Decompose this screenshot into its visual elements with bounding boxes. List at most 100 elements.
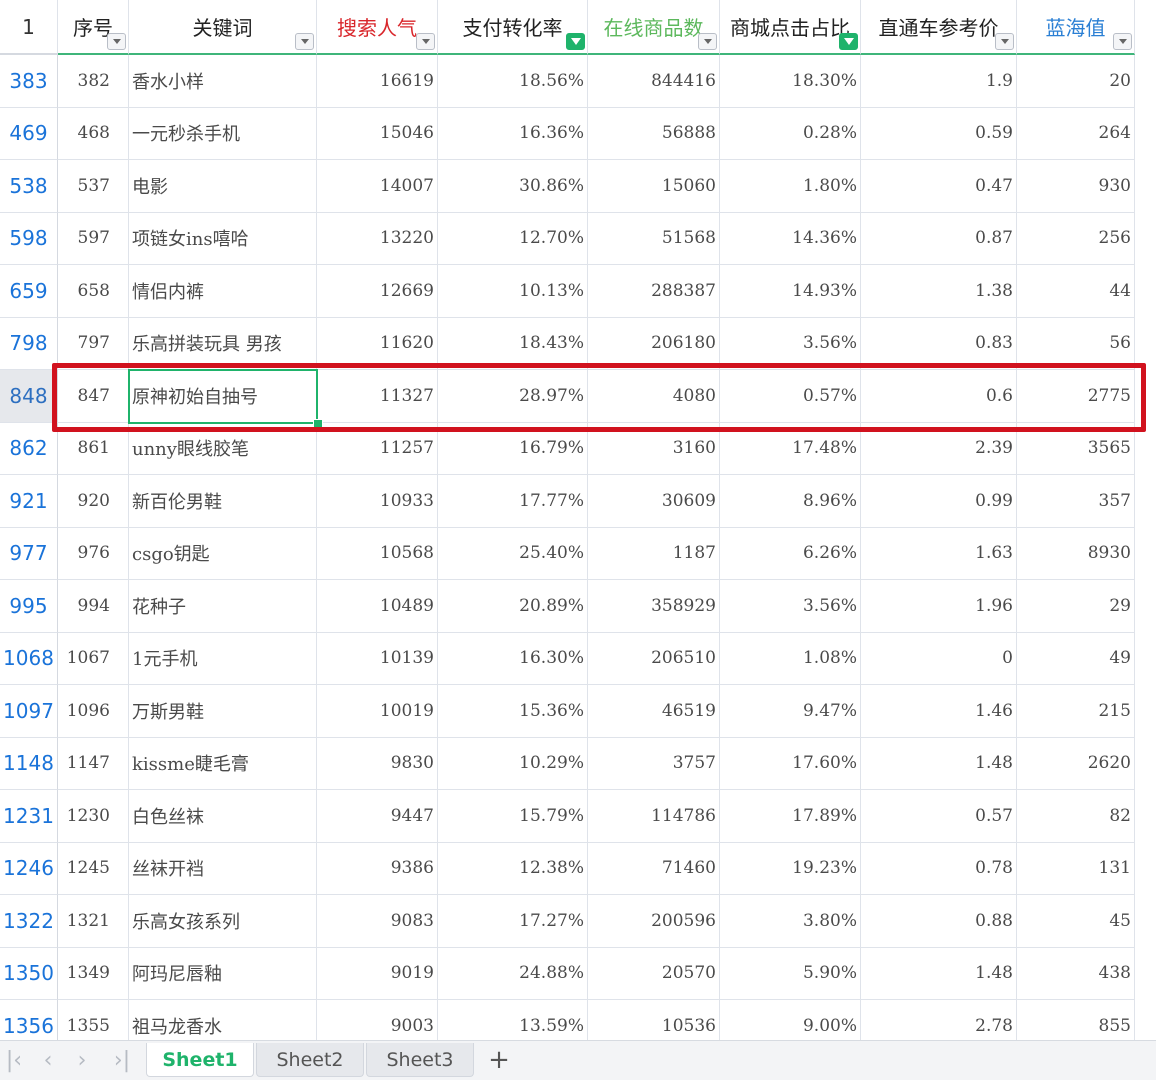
cell-blue-ocean-value[interactable]: 20 [1017,55,1135,108]
cell-search-popularity[interactable]: 9830 [317,737,438,790]
cell-online-products[interactable]: 3160 [588,422,720,475]
add-sheet-button[interactable]: + [486,1045,512,1075]
cell-ppc-reference-price[interactable]: 0.88 [861,895,1017,948]
cell-search-popularity[interactable]: 10489 [317,580,438,633]
cell-ppc-reference-price[interactable]: 1.46 [861,685,1017,738]
cell-online-products[interactable]: 15060 [588,160,720,213]
cell-keyword[interactable]: 乐高拼装玩具 男孩 [129,317,317,370]
cell-ppc-reference-price[interactable]: 1.63 [861,527,1017,580]
cell-mall-click-ratio[interactable]: 5.90% [720,947,861,1000]
cell-ppc-reference-price[interactable]: 0.47 [861,160,1017,213]
column-header-blue-ocean-value[interactable]: 蓝海值 [1017,0,1135,55]
row-number[interactable]: 1246 [0,842,58,895]
cell-blue-ocean-value[interactable]: 3565 [1017,422,1135,475]
column-header-keyword[interactable]: 关键词 [129,0,317,55]
cell-search-popularity[interactable]: 9003 [317,1000,438,1040]
cell-mall-click-ratio[interactable]: 1.80% [720,160,861,213]
cell-search-popularity[interactable]: 9019 [317,947,438,1000]
cell-blue-ocean-value[interactable]: 82 [1017,790,1135,843]
cell-mall-click-ratio[interactable]: 14.36% [720,212,861,265]
cell-keyword[interactable]: 原神初始自抽号 [129,370,317,423]
cell-blue-ocean-value[interactable]: 357 [1017,475,1135,528]
cell-online-products[interactable]: 844416 [588,55,720,108]
dropdown-arrow-icon[interactable] [295,33,314,50]
cell-search-popularity[interactable]: 10019 [317,685,438,738]
cell-index[interactable]: 1067 [58,632,129,685]
column-header-online-products[interactable]: 在线商品数 [588,0,720,55]
cell-payment-conversion[interactable]: 16.36% [438,107,588,160]
cell-search-popularity[interactable]: 11327 [317,370,438,423]
cell-ppc-reference-price[interactable]: 2.78 [861,1000,1017,1040]
column-header-ppc-reference-price[interactable]: 直通车参考价 [861,0,1017,55]
cell-keyword[interactable]: 一元秒杀手机 [129,107,317,160]
cell-payment-conversion[interactable]: 10.13% [438,265,588,318]
cell-index[interactable]: 920 [58,475,129,528]
cell-payment-conversion[interactable]: 18.56% [438,55,588,108]
cell-blue-ocean-value[interactable]: 45 [1017,895,1135,948]
prev-sheet-icon[interactable]: ‹ [36,1047,60,1073]
cell-ppc-reference-price[interactable]: 0.87 [861,212,1017,265]
cell-payment-conversion[interactable]: 15.79% [438,790,588,843]
cell-online-products[interactable]: 71460 [588,842,720,895]
cell-index[interactable]: 537 [58,160,129,213]
column-header-index[interactable]: 序号 [58,0,129,55]
cell-mall-click-ratio[interactable]: 9.00% [720,1000,861,1040]
cell-online-products[interactable]: 56888 [588,107,720,160]
cell-index[interactable]: 1230 [58,790,129,843]
dropdown-arrow-icon[interactable] [1113,33,1132,50]
row-number[interactable]: 1097 [0,685,58,738]
cell-blue-ocean-value[interactable]: 2775 [1017,370,1135,423]
cell-mall-click-ratio[interactable]: 3.56% [720,580,861,633]
cell-blue-ocean-value[interactable]: 49 [1017,632,1135,685]
cell-mall-click-ratio[interactable]: 6.26% [720,527,861,580]
cell-payment-conversion[interactable]: 15.36% [438,685,588,738]
row-number[interactable]: 921 [0,475,58,528]
cell-index[interactable]: 1147 [58,737,129,790]
cell-search-popularity[interactable]: 10139 [317,632,438,685]
cell-search-popularity[interactable]: 10568 [317,527,438,580]
cell-search-popularity[interactable]: 9447 [317,790,438,843]
cell-index[interactable]: 1321 [58,895,129,948]
row-number[interactable]: 659 [0,265,58,318]
cell-payment-conversion[interactable]: 18.43% [438,317,588,370]
cell-keyword[interactable]: 白色丝袜 [129,790,317,843]
cell-payment-conversion[interactable]: 12.70% [438,212,588,265]
cell-keyword[interactable]: 项链女ins嘻哈 [129,212,317,265]
cell-index[interactable]: 976 [58,527,129,580]
cell-ppc-reference-price[interactable]: 0.83 [861,317,1017,370]
cell-keyword[interactable]: 情侣内裤 [129,265,317,318]
cell-index[interactable]: 382 [58,55,129,108]
cell-search-popularity[interactable]: 10933 [317,475,438,528]
cell-keyword[interactable]: 阿玛尼唇釉 [129,947,317,1000]
cell-ppc-reference-price[interactable]: 1.9 [861,55,1017,108]
cell-blue-ocean-value[interactable]: 215 [1017,685,1135,738]
row-number[interactable]: 1231 [0,790,58,843]
cell-online-products[interactable]: 200596 [588,895,720,948]
cell-payment-conversion[interactable]: 24.88% [438,947,588,1000]
dropdown-arrow-icon[interactable] [995,33,1014,50]
cell-mall-click-ratio[interactable]: 9.47% [720,685,861,738]
cell-mall-click-ratio[interactable]: 17.48% [720,422,861,475]
cell-keyword[interactable]: kissme睫毛膏 [129,737,317,790]
cell-payment-conversion[interactable]: 12.38% [438,842,588,895]
cell-search-popularity[interactable]: 13220 [317,212,438,265]
tab-sheet3[interactable]: Sheet3 [366,1043,474,1077]
cell-online-products[interactable]: 46519 [588,685,720,738]
fill-handle[interactable] [313,418,323,429]
cell-ppc-reference-price[interactable]: 1.96 [861,580,1017,633]
cell-blue-ocean-value[interactable]: 29 [1017,580,1135,633]
cell-index[interactable]: 468 [58,107,129,160]
cell-payment-conversion[interactable]: 30.86% [438,160,588,213]
cell-payment-conversion[interactable]: 28.97% [438,370,588,423]
cell-blue-ocean-value[interactable]: 2620 [1017,737,1135,790]
column-header-mall-click-ratio[interactable]: 商城点击占比 [720,0,861,55]
cell-online-products[interactable]: 206510 [588,632,720,685]
cell-online-products[interactable]: 114786 [588,790,720,843]
cell-ppc-reference-price[interactable]: 0.6 [861,370,1017,423]
cell-ppc-reference-price[interactable]: 0 [861,632,1017,685]
column-header-payment-conversion[interactable]: 支付转化率 [438,0,588,55]
cell-keyword[interactable]: 丝袜开裆 [129,842,317,895]
row-number[interactable]: 383 [0,55,58,108]
dropdown-arrow-icon[interactable] [698,33,717,50]
cell-ppc-reference-price[interactable]: 0.57 [861,790,1017,843]
